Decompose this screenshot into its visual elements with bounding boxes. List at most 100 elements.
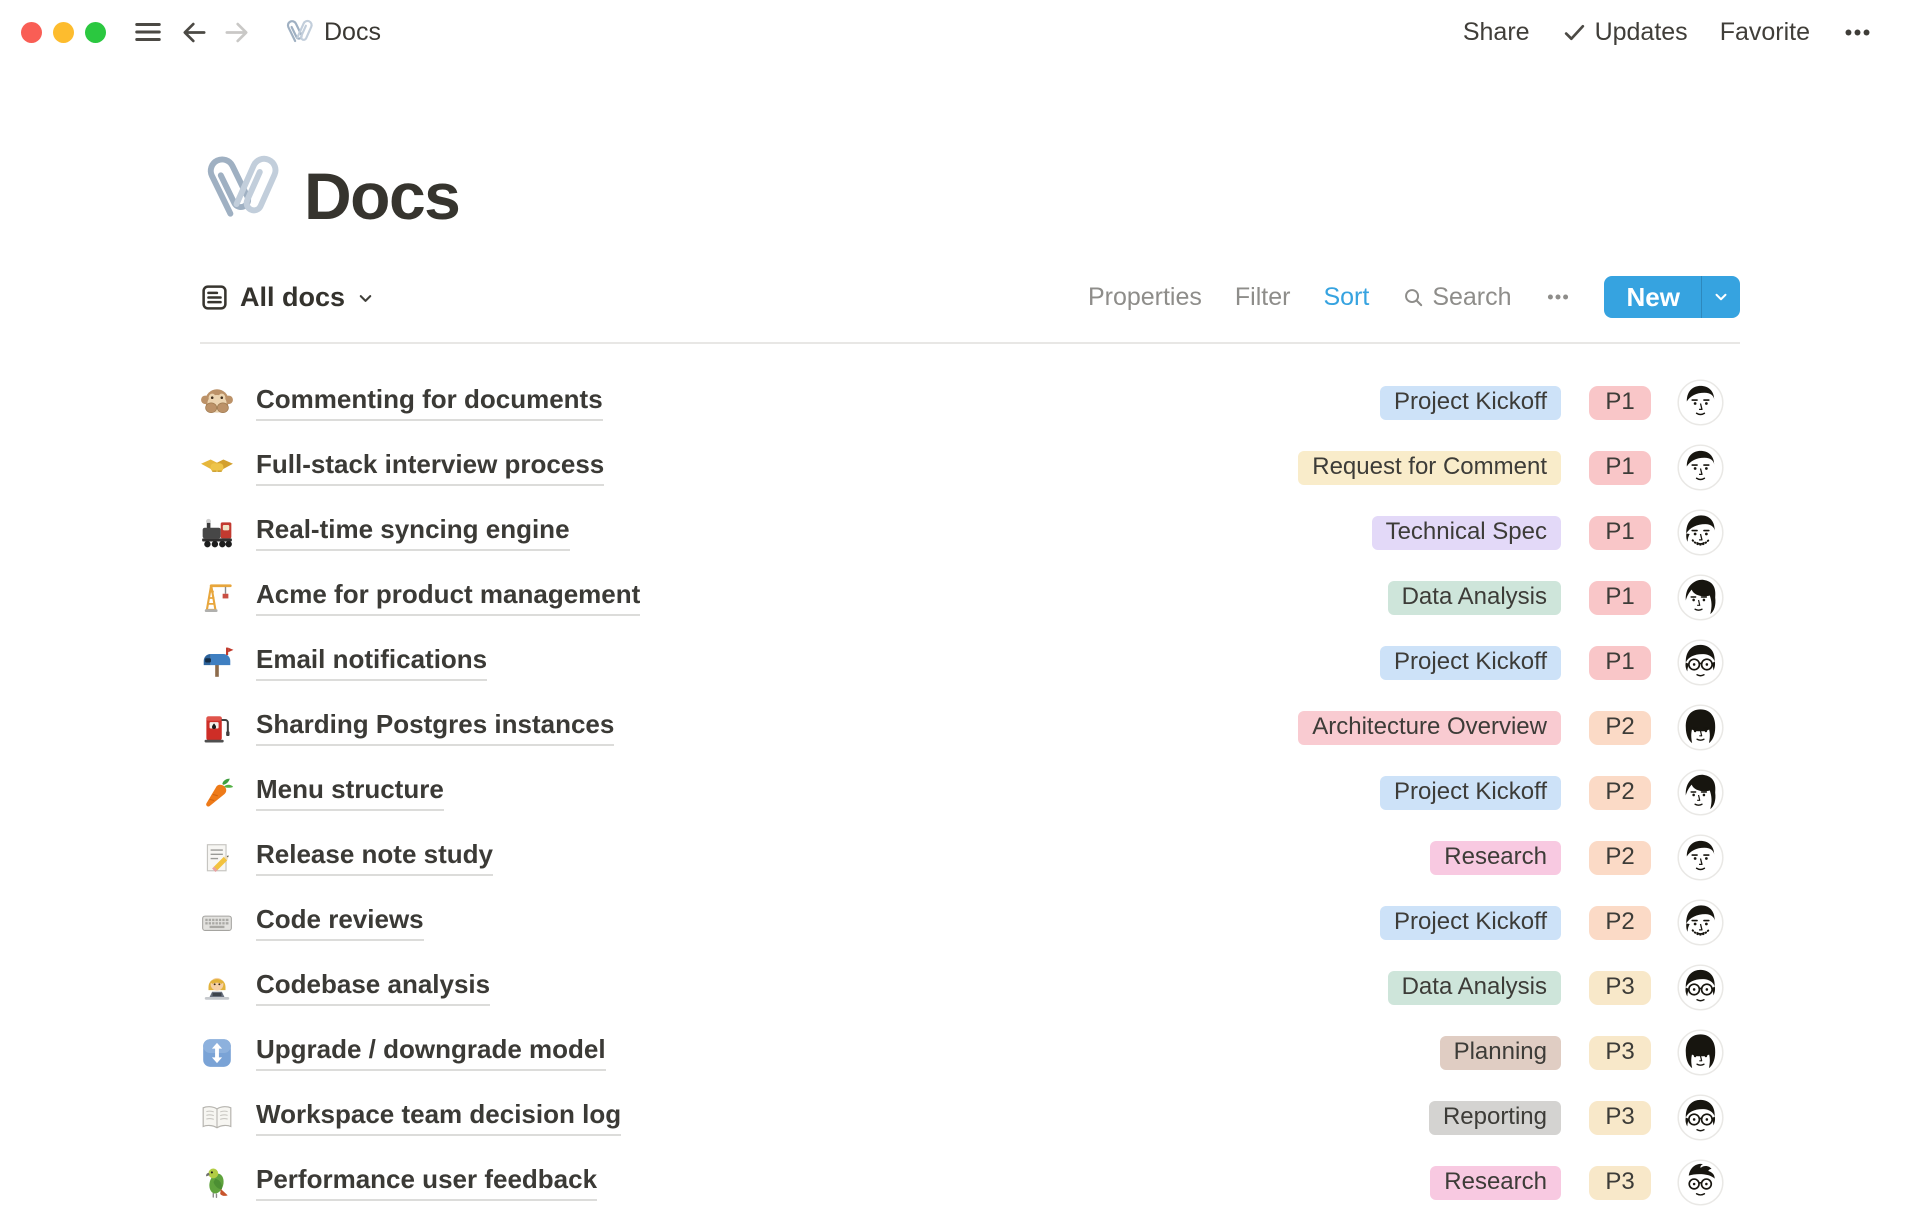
doc-row: Release note study Research P2 (200, 825, 1740, 890)
doc-tag-badge[interactable]: Project Kickoff (1380, 906, 1561, 940)
forward-arrow-icon[interactable] (222, 18, 251, 47)
doc-priority-badge[interactable]: P1 (1589, 451, 1651, 485)
doc-priority-badge[interactable]: P1 (1589, 386, 1651, 420)
doc-title-link[interactable]: Workspace team decision log (256, 1099, 621, 1136)
chevron-down-icon (1712, 288, 1730, 306)
doc-owner-avatar[interactable] (1677, 379, 1724, 426)
doc-title-link[interactable]: Menu structure (256, 774, 444, 811)
doc-priority-badge[interactable]: P1 (1589, 516, 1651, 550)
doc-priority-badge[interactable]: P3 (1589, 971, 1651, 1005)
traffic-lights (21, 22, 106, 43)
new-button-label[interactable]: New (1604, 276, 1701, 318)
doc-title-link[interactable]: Sharding Postgres instances (256, 709, 614, 746)
view-selector[interactable]: All docs (200, 282, 375, 313)
doc-title-link[interactable]: Email notifications (256, 644, 487, 681)
search-button[interactable]: Search (1402, 283, 1511, 312)
updates-button[interactable]: Updates (1562, 18, 1688, 47)
doc-title-link[interactable]: Acme for product management (256, 579, 640, 616)
doc-row: Codebase analysis Data Analysis P3 (200, 955, 1740, 1020)
doc-tag-badge[interactable]: Data Analysis (1388, 581, 1561, 615)
doc-title-link[interactable]: Commenting for documents (256, 384, 603, 421)
new-dropdown-button[interactable] (1702, 276, 1740, 318)
check-icon (1562, 20, 1587, 45)
doc-tag-badge[interactable]: Research (1430, 1166, 1561, 1200)
doc-emoji-icon (200, 451, 234, 485)
doc-owner-avatar[interactable] (1677, 1029, 1724, 1076)
doc-row: Email notifications Project Kickoff P1 (200, 630, 1740, 695)
doc-tag-badge[interactable]: Request for Comment (1298, 451, 1561, 485)
window-title: Docs (324, 18, 381, 47)
doc-row: Full-stack interview process Request for… (200, 435, 1740, 500)
doc-tag-badge[interactable]: Project Kickoff (1380, 776, 1561, 810)
doc-owner-avatar[interactable] (1677, 574, 1724, 621)
doc-tag-badge[interactable]: Project Kickoff (1380, 386, 1561, 420)
linked-paperclips-page-icon[interactable] (200, 148, 282, 230)
doc-tag-badge[interactable]: Architecture Overview (1298, 711, 1561, 745)
doc-emoji-icon (200, 776, 234, 810)
doc-owner-avatar[interactable] (1677, 964, 1724, 1011)
doc-emoji-icon (200, 971, 234, 1005)
window-titlebar: Docs Share Updates Favorite (0, 0, 1920, 64)
doc-priority-badge[interactable]: P2 (1589, 711, 1651, 745)
doc-priority-badge[interactable]: P2 (1589, 776, 1651, 810)
page-header: Docs (200, 148, 1740, 230)
toolbar-more-button[interactable] (1545, 284, 1571, 310)
doc-priority-badge[interactable]: P1 (1589, 581, 1651, 615)
ellipsis-icon (1842, 17, 1873, 48)
doc-list-icon (200, 283, 229, 312)
share-button[interactable]: Share (1463, 18, 1530, 47)
filter-button[interactable]: Filter (1235, 283, 1291, 312)
hamburger-menu-icon[interactable] (133, 17, 163, 47)
doc-owner-avatar[interactable] (1677, 769, 1724, 816)
close-window-button[interactable] (21, 22, 42, 43)
chevron-down-icon (356, 289, 375, 308)
sort-button[interactable]: Sort (1323, 283, 1369, 312)
doc-tag-badge[interactable]: Research (1430, 841, 1561, 875)
doc-tag-badge[interactable]: Project Kickoff (1380, 646, 1561, 680)
doc-tag-badge[interactable]: Technical Spec (1372, 516, 1561, 550)
doc-emoji-icon (200, 516, 234, 550)
page-title: Docs (304, 163, 459, 230)
minimize-window-button[interactable] (53, 22, 74, 43)
doc-tag-badge[interactable]: Planning (1440, 1036, 1561, 1070)
doc-owner-avatar[interactable] (1677, 899, 1724, 946)
doc-row: Sharding Postgres instances Architecture… (200, 695, 1740, 760)
paperclip-icon (284, 17, 314, 47)
doc-title-link[interactable]: Full-stack interview process (256, 449, 604, 486)
doc-priority-badge[interactable]: P3 (1589, 1036, 1651, 1070)
ellipsis-icon (1545, 284, 1571, 310)
new-button[interactable]: New (1604, 276, 1740, 318)
doc-owner-avatar[interactable] (1677, 1159, 1724, 1206)
doc-list: Commenting for documents Project Kickoff… (200, 370, 1740, 1215)
doc-title-link[interactable]: Codebase analysis (256, 969, 490, 1006)
doc-row: Workspace team decision log Reporting P3 (200, 1085, 1740, 1150)
doc-title-link[interactable]: Upgrade / downgrade model (256, 1034, 606, 1071)
properties-button[interactable]: Properties (1088, 283, 1202, 312)
doc-priority-badge[interactable]: P2 (1589, 906, 1651, 940)
back-arrow-icon[interactable] (180, 18, 209, 47)
doc-priority-badge[interactable]: P3 (1589, 1166, 1651, 1200)
doc-tag-badge[interactable]: Data Analysis (1388, 971, 1561, 1005)
doc-title-link[interactable]: Real-time syncing engine (256, 514, 570, 551)
doc-owner-avatar[interactable] (1677, 834, 1724, 881)
doc-title-link[interactable]: Release note study (256, 839, 493, 876)
doc-owner-avatar[interactable] (1677, 1094, 1724, 1141)
doc-emoji-icon (200, 646, 234, 680)
doc-priority-badge[interactable]: P1 (1589, 646, 1651, 680)
doc-emoji-icon (200, 841, 234, 875)
window-more-button[interactable] (1842, 17, 1873, 48)
doc-owner-avatar[interactable] (1677, 639, 1724, 686)
doc-row: Code reviews Project Kickoff P2 (200, 890, 1740, 955)
doc-priority-badge[interactable]: P3 (1589, 1101, 1651, 1135)
doc-owner-avatar[interactable] (1677, 704, 1724, 751)
doc-title-link[interactable]: Performance user feedback (256, 1164, 597, 1201)
doc-owner-avatar[interactable] (1677, 444, 1724, 491)
doc-owner-avatar[interactable] (1677, 509, 1724, 556)
favorite-button[interactable]: Favorite (1720, 18, 1810, 47)
doc-row: Commenting for documents Project Kickoff… (200, 370, 1740, 435)
zoom-window-button[interactable] (85, 22, 106, 43)
doc-tag-badge[interactable]: Reporting (1429, 1101, 1561, 1135)
view-toolbar: All docs Properties Filter Sort Search N… (200, 276, 1740, 318)
doc-title-link[interactable]: Code reviews (256, 904, 424, 941)
doc-priority-badge[interactable]: P2 (1589, 841, 1651, 875)
